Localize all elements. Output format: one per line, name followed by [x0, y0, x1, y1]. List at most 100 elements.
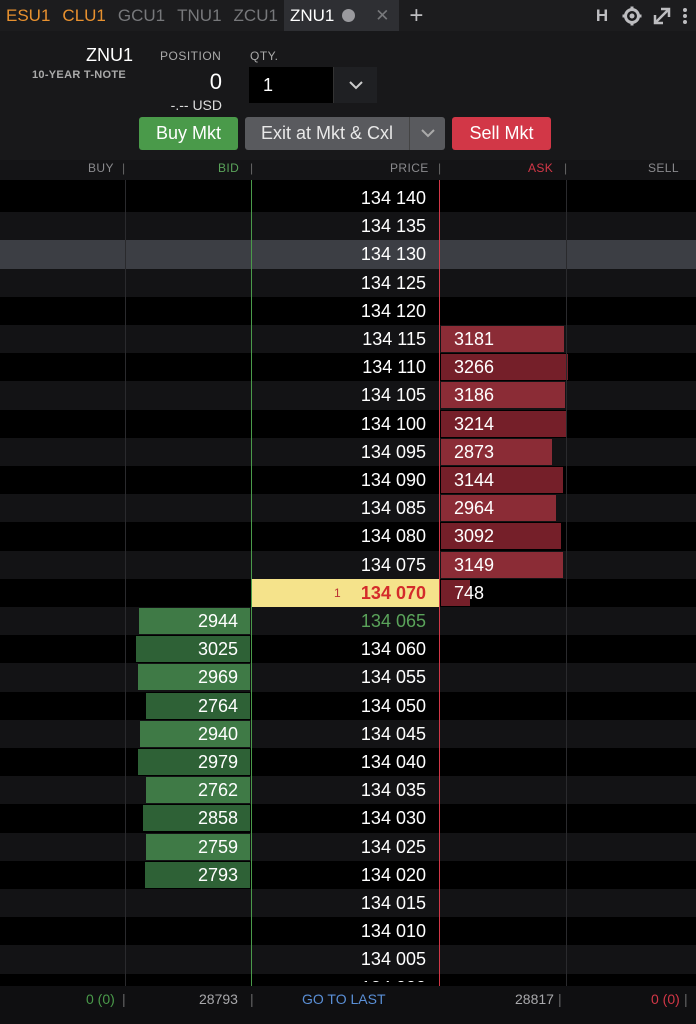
last-price-cell[interactable]: 1 134 070 — [252, 578, 440, 607]
ask-size[interactable]: 2873 — [454, 438, 494, 466]
ladder-row[interactable]: 2979 134 040 — [0, 748, 696, 777]
ladder-row[interactable]: 134 125 — [0, 268, 696, 297]
tab-gcu1[interactable]: GCU1 — [112, 0, 171, 31]
tab-zcu1[interactable]: ZCU1 — [228, 0, 284, 31]
price-cell[interactable]: 134 040 — [252, 748, 440, 776]
ladder-row[interactable]: 134 080 3092 — [0, 522, 696, 551]
tab-tnu1[interactable]: TNU1 — [171, 0, 227, 31]
ladder-row[interactable]: 134 135 — [0, 212, 696, 241]
ladder-row[interactable]: 134 115 3181 — [0, 325, 696, 354]
ask-size[interactable]: 3149 — [454, 551, 494, 579]
ladder-row[interactable]: 134 085 2964 — [0, 494, 696, 523]
bid-size[interactable]: 2969 — [126, 663, 238, 691]
price-cell[interactable]: 134 055 — [252, 663, 440, 691]
bid-size[interactable]: 2944 — [126, 607, 238, 635]
bid-size[interactable]: 2858 — [126, 804, 238, 832]
ladder-row[interactable]: 3025 134 060 — [0, 635, 696, 664]
price-cell[interactable]: 134 125 — [252, 269, 440, 297]
ladder-row[interactable]: 134 120 — [0, 296, 696, 325]
bid-size[interactable]: 2793 — [126, 861, 238, 889]
ladder-row[interactable]: 2764 134 050 — [0, 691, 696, 720]
price-cell[interactable]: 134 020 — [252, 861, 440, 889]
ask-size[interactable]: 748 — [454, 579, 484, 607]
ladder-row[interactable]: 2944 134 065 — [0, 607, 696, 636]
ladder-row[interactable]: 2762 134 035 — [0, 776, 696, 805]
price-cell[interactable]: 134 080 — [252, 522, 440, 550]
price-cell[interactable]: 134 060 — [252, 635, 440, 663]
price-cell[interactable]: 134 090 — [252, 466, 440, 494]
price-cell[interactable]: 134 025 — [252, 833, 440, 861]
ladder-row[interactable]: 134 095 2873 — [0, 437, 696, 466]
ask-size[interactable]: 3214 — [454, 410, 494, 438]
price-cell[interactable]: 134 105 — [252, 381, 440, 409]
price-cell[interactable]: 134 030 — [252, 804, 440, 832]
ladder-row[interactable]: 134 140 — [0, 184, 696, 213]
sell-market-button[interactable]: Sell Mkt — [452, 117, 551, 150]
exit-at-market-button[interactable]: Exit at Mkt & Cxl — [245, 117, 445, 150]
ask-size[interactable]: 3144 — [454, 466, 494, 494]
ladder-row[interactable]: 134 105 3186 — [0, 381, 696, 410]
ladder-row[interactable]: 134 015 — [0, 889, 696, 918]
order-header: ZNU1 10-YEAR T-NOTE POSITION 0 -.-- USD … — [0, 31, 696, 160]
tab-esu1[interactable]: ESU1 — [0, 0, 56, 31]
price-cell[interactable]: 134 005 — [252, 945, 440, 973]
buy-market-button[interactable]: Buy Mkt — [139, 117, 238, 150]
ladder-row[interactable]: 2858 134 030 — [0, 804, 696, 833]
tab-clu1[interactable]: CLU1 — [56, 0, 111, 31]
ladder-row[interactable]: 1 134 070 748 — [0, 578, 696, 607]
price-cell[interactable]: 134 050 — [252, 692, 440, 720]
price-cell[interactable]: 134 100 — [252, 410, 440, 438]
ladder-row[interactable]: 134 000 — [0, 973, 696, 982]
price-cell[interactable]: 134 065 — [252, 607, 440, 635]
price-cell[interactable]: 134 130 — [252, 240, 440, 268]
close-tab-icon[interactable]: ✕ — [365, 0, 400, 31]
ladder-row[interactable]: 134 005 — [0, 945, 696, 974]
bid-size[interactable]: 3025 — [126, 635, 238, 663]
bid-size[interactable]: 2979 — [126, 748, 238, 776]
ladder-row[interactable]: 134 130 — [0, 240, 696, 269]
tab-znu1[interactable]: ZNU1 — [283, 0, 366, 31]
ask-size[interactable]: 3186 — [454, 381, 494, 409]
price-cell[interactable]: 134 120 — [252, 297, 440, 325]
ask-size[interactable]: 3266 — [454, 353, 494, 381]
gear-icon[interactable] — [622, 6, 642, 26]
price-cell[interactable]: 134 000 — [252, 974, 440, 982]
ladder-row[interactable]: 134 090 3144 — [0, 466, 696, 495]
exit-dropdown-button[interactable] — [409, 117, 445, 150]
ladder-row[interactable]: 134 075 3149 — [0, 550, 696, 579]
more-options-icon[interactable] — [682, 6, 688, 26]
price-cell[interactable]: 134 015 — [252, 889, 440, 917]
price-cell[interactable]: 134 035 — [252, 776, 440, 804]
ladder-row[interactable]: 134 110 3266 — [0, 353, 696, 382]
price-cell[interactable]: 134 110 — [252, 353, 440, 381]
ask-size[interactable]: 3092 — [454, 522, 494, 550]
sell-total: 0 (0) — [651, 991, 680, 1007]
ask-size[interactable]: 3181 — [454, 325, 494, 353]
bid-size[interactable]: 2759 — [126, 833, 238, 861]
price-cell[interactable]: 134 140 — [252, 184, 440, 212]
price-cell[interactable]: 134 095 — [252, 438, 440, 466]
price-cell[interactable]: 134 085 — [252, 494, 440, 522]
bid-size[interactable]: 2764 — [126, 692, 238, 720]
add-tab-icon[interactable]: + — [399, 0, 433, 31]
ladder-row[interactable]: 2759 134 025 — [0, 832, 696, 861]
ladder-row[interactable]: 2793 134 020 — [0, 860, 696, 889]
bid-size[interactable]: 2940 — [126, 720, 238, 748]
price-cell[interactable]: 134 010 — [252, 917, 440, 945]
price-cell[interactable]: 134 075 — [252, 551, 440, 579]
ladder-row[interactable]: 134 100 3214 — [0, 409, 696, 438]
go-to-last-link[interactable]: GO TO LAST — [302, 990, 386, 1008]
ladder-row[interactable]: 134 010 — [0, 917, 696, 946]
expand-icon[interactable] — [652, 6, 672, 26]
qty-input[interactable] — [249, 67, 333, 103]
qty-dropdown-button[interactable] — [333, 67, 377, 103]
ask-size[interactable]: 2964 — [454, 494, 494, 522]
price-cell[interactable]: 134 045 — [252, 720, 440, 748]
symbol-description: 10-YEAR T-NOTE — [32, 69, 127, 81]
price-cell[interactable]: 134 115 — [252, 325, 440, 353]
ladder-row[interactable]: 2940 134 045 — [0, 719, 696, 748]
bid-size[interactable]: 2762 — [126, 776, 238, 804]
h-icon[interactable]: H — [592, 6, 612, 26]
price-cell[interactable]: 134 135 — [252, 212, 440, 240]
ladder-row[interactable]: 2969 134 055 — [0, 663, 696, 692]
